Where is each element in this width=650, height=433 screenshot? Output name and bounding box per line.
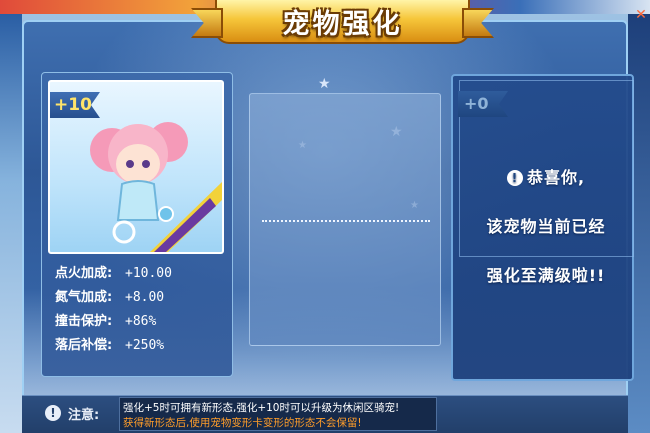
- stat-label: 撞击保护:: [55, 314, 113, 329]
- stat-row: 氮气加成: +8.00: [55, 286, 225, 310]
- notice-line-1: 强化+5时可拥有新形态,强化+10时可以升级为休闲区骑宠!: [123, 402, 400, 414]
- stat-value: +250%: [125, 338, 165, 353]
- stat-value: +10.00: [125, 266, 172, 281]
- result-message-text: 恭喜你,: [526, 168, 586, 187]
- stat-row: 撞击保护: +86%: [55, 310, 225, 334]
- stat-value: +86%: [125, 314, 157, 329]
- result-message-line-1: ! 恭喜你,: [460, 164, 632, 188]
- dialog-title: 宠物强化: [282, 8, 403, 40]
- stat-label: 点火加成:: [55, 266, 113, 281]
- pet-stats-list: 点火加成: +10.00 氮气加成: +8.00 撞击保护: +86% 落后补偿…: [55, 262, 225, 358]
- result-message-line-3: 强化至满级啦!!: [486, 266, 606, 285]
- stat-value: +8.00: [125, 290, 165, 305]
- stat-row: 点火加成: +10.00: [55, 262, 225, 286]
- pet-card: +10: [48, 80, 224, 254]
- sparkle-icon: ★: [318, 76, 331, 92]
- close-button[interactable]: ✕: [633, 7, 649, 23]
- background-left-edge: [0, 14, 22, 433]
- stat-label: 氮气加成:: [55, 290, 113, 305]
- exclamation-circle-icon: !: [45, 405, 61, 421]
- result-message-line-2: 该宠物当前已经: [486, 217, 606, 236]
- title-banner: 宠物强化: [215, 0, 470, 44]
- exclamation-circle-icon: !: [506, 170, 523, 186]
- stat-row: 落后补偿: +250%: [55, 334, 225, 358]
- notice-line-2: 获得新形态后,使用宠物变形卡变形的形态不会保留!: [123, 417, 362, 429]
- stat-label: 落后补偿:: [55, 338, 113, 353]
- dotted-divider: [262, 220, 430, 222]
- notice-label: 注意:: [68, 408, 100, 423]
